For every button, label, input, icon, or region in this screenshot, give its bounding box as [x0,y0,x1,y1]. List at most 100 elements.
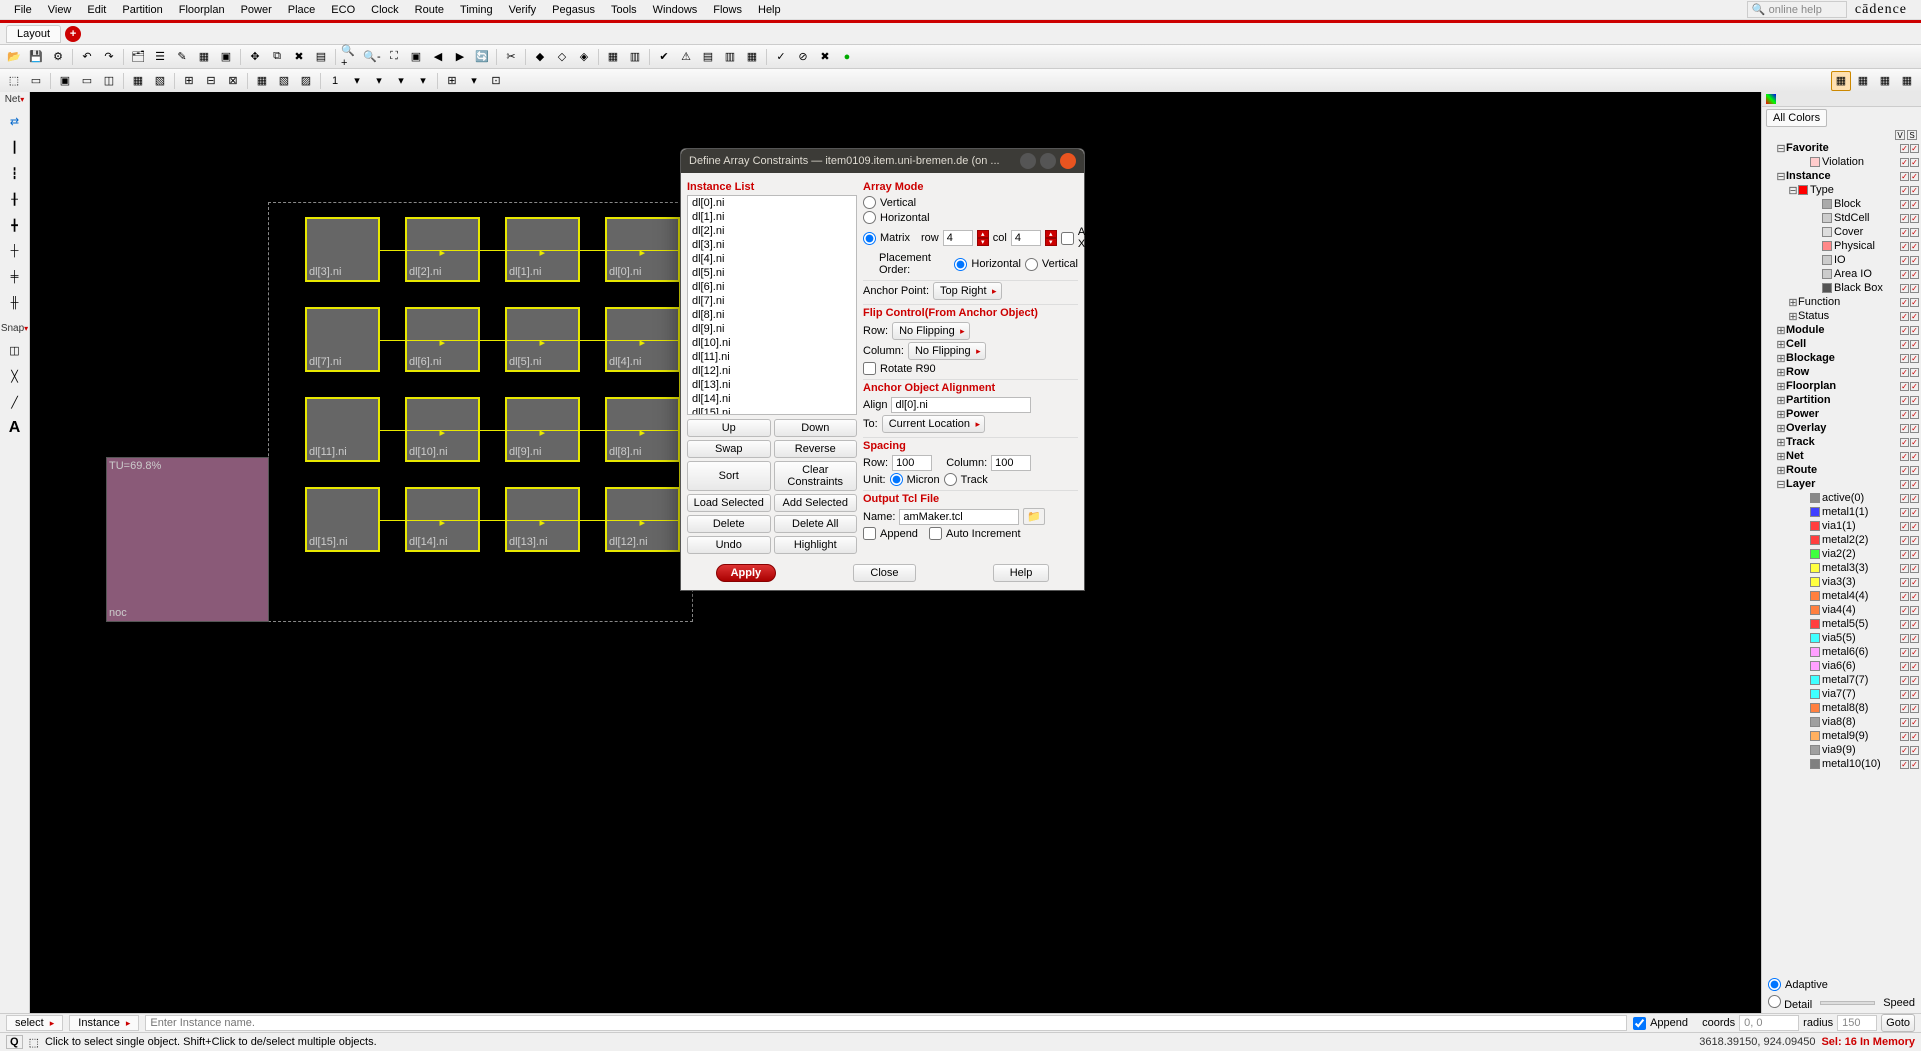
row-up-icon[interactable]: ▴ [977,230,989,238]
po-horizontal-radio[interactable] [954,258,967,271]
tv2-icon[interactable]: ▥ [720,47,740,67]
route2-icon[interactable]: ⊟ [201,71,221,91]
sel-checkbox[interactable]: ✓ [1910,522,1919,531]
sel-checkbox[interactable]: ✓ [1910,158,1919,167]
vis-checkbox[interactable]: ✓ [1900,424,1909,433]
vis-checkbox[interactable]: ✓ [1900,172,1909,181]
check-icon[interactable]: ✔ [654,47,674,67]
attr-icon[interactable]: ▤ [311,47,331,67]
vis-checkbox[interactable]: ✓ [1900,284,1909,293]
sel-checkbox[interactable]: ✓ [1910,494,1919,503]
instance-item[interactable]: dl[12].ni [688,364,856,378]
sel-checkbox[interactable]: ✓ [1910,242,1919,251]
tree-row-via3(3)[interactable]: via3(3)✓✓ [1764,575,1919,589]
summary-icon[interactable]: ▦ [603,47,623,67]
flip-row-dropdown[interactable]: No Flipping [892,322,970,340]
highlight2-icon[interactable]: ◇ [552,47,572,67]
delete-button[interactable]: Delete [687,515,771,533]
noc-block[interactable]: TU=69.8% noc [106,457,269,622]
menu-tools[interactable]: Tools [603,2,645,18]
color-swatch[interactable] [1810,535,1820,545]
vis-checkbox[interactable]: ✓ [1900,340,1909,349]
tree-row-Power[interactable]: ⊞Power✓✓ [1764,407,1919,421]
vis-checkbox[interactable]: ✓ [1900,704,1909,713]
net-route-icon[interactable]: ⇄ [5,111,25,131]
sel-checkbox[interactable]: ✓ [1910,704,1919,713]
sel-checkbox[interactable]: ✓ [1910,480,1919,489]
sel-checkbox[interactable]: ✓ [1910,228,1919,237]
detail-radio[interactable] [1768,995,1781,1008]
color-swatch[interactable] [1810,717,1820,727]
browse-icon[interactable]: 📁 [1023,508,1045,525]
tree-row-Overlay[interactable]: ⊞Overlay✓✓ [1764,421,1919,435]
close-icon[interactable] [1060,153,1076,169]
vis-checkbox[interactable]: ✓ [1900,298,1909,307]
copy-icon[interactable]: ⧉ [267,47,287,67]
sel-checkbox[interactable]: ✓ [1910,648,1919,657]
instance-item[interactable]: dl[7].ni [688,294,856,308]
color-swatch[interactable] [1810,577,1820,587]
vis-checkbox[interactable]: ✓ [1900,144,1909,153]
tree-row-Status[interactable]: ⊞Status✓✓ [1764,309,1919,323]
alignxy-checkbox[interactable] [1061,232,1074,245]
menu-verify[interactable]: Verify [501,2,545,18]
vis-checkbox[interactable]: ✓ [1900,578,1909,587]
tree-row-active(0)[interactable]: active(0)✓✓ [1764,491,1919,505]
menu-eco[interactable]: ECO [323,2,363,18]
palette-icon[interactable] [1766,94,1776,104]
sel-tool1-icon[interactable]: ▣ [55,71,75,91]
add-tab-button[interactable]: + [65,26,81,42]
help-button[interactable]: Help [993,564,1050,582]
instance-chip[interactable]: Instance [69,1015,139,1031]
highlight1-icon[interactable]: ◆ [530,47,550,67]
color-swatch[interactable] [1822,283,1832,293]
sel-checkbox[interactable]: ✓ [1910,732,1919,741]
view-mode2-icon[interactable]: ▦ [1853,71,1873,91]
tree-row-Net[interactable]: ⊞Net✓✓ [1764,449,1919,463]
instance-item[interactable]: dl[15].ni [688,406,856,415]
minimize-icon[interactable] [1020,153,1036,169]
grp2-icon[interactable]: ▧ [274,71,294,91]
hierarchy-icon[interactable]: ☰ [150,47,170,67]
spacing-col-input[interactable] [991,455,1031,471]
place1-icon[interactable]: ▦ [128,71,148,91]
vis-checkbox[interactable]: ✓ [1900,438,1909,447]
snap2-icon[interactable]: ╳ [5,366,25,386]
tree-row-via8(8)[interactable]: via8(8)✓✓ [1764,715,1919,729]
sel-checkbox[interactable]: ✓ [1910,438,1919,447]
misc1-icon[interactable]: ⊞ [442,71,462,91]
tree-row-via6(6)[interactable]: via6(6)✓✓ [1764,659,1919,673]
menu-flows[interactable]: Flows [705,2,750,18]
sel-checkbox[interactable]: ✓ [1910,354,1919,363]
sel-checkbox[interactable]: ✓ [1910,382,1919,391]
menu-power[interactable]: Power [233,2,280,18]
cell-dl[7].ni[interactable]: dl[7].ni [305,307,380,372]
menu-place[interactable]: Place [280,2,324,18]
color-swatch[interactable] [1810,157,1820,167]
append-sel-checkbox[interactable] [1633,1017,1646,1030]
route3-icon[interactable]: ⊠ [223,71,243,91]
cell-dl[3].ni[interactable]: dl[3].ni [305,217,380,282]
tree-row-metal2(2)[interactable]: metal2(2)✓✓ [1764,533,1919,547]
detail-slider[interactable] [1820,1001,1875,1005]
sel-checkbox[interactable]: ✓ [1910,214,1919,223]
sel-tool2-icon[interactable]: ▭ [77,71,97,91]
tree-row-metal10(10)[interactable]: metal10(10)✓✓ [1764,757,1919,771]
tree-row-Block[interactable]: Block✓✓ [1764,197,1919,211]
record-icon[interactable]: ● [837,47,857,67]
vis-checkbox[interactable]: ✓ [1900,732,1909,741]
highlight3-icon[interactable]: ◈ [574,47,594,67]
tree-row-Row[interactable]: ⊞Row✓✓ [1764,365,1919,379]
instance-item[interactable]: dl[14].ni [688,392,856,406]
menu-help[interactable]: Help [750,2,789,18]
vtool6-icon[interactable]: ╪ [5,267,25,287]
maximize-icon[interactable] [1040,153,1056,169]
matrix-radio[interactable] [863,232,876,245]
sel-checkbox[interactable]: ✓ [1910,396,1919,405]
tree-row-IO[interactable]: IO✓✓ [1764,253,1919,267]
vtool1-icon[interactable]: ┃ [5,137,25,157]
tree-row-Black Box[interactable]: Black Box✓✓ [1764,281,1919,295]
menu-timing[interactable]: Timing [452,2,501,18]
sel-checkbox[interactable]: ✓ [1910,746,1919,755]
menu-view[interactable]: View [40,2,80,18]
